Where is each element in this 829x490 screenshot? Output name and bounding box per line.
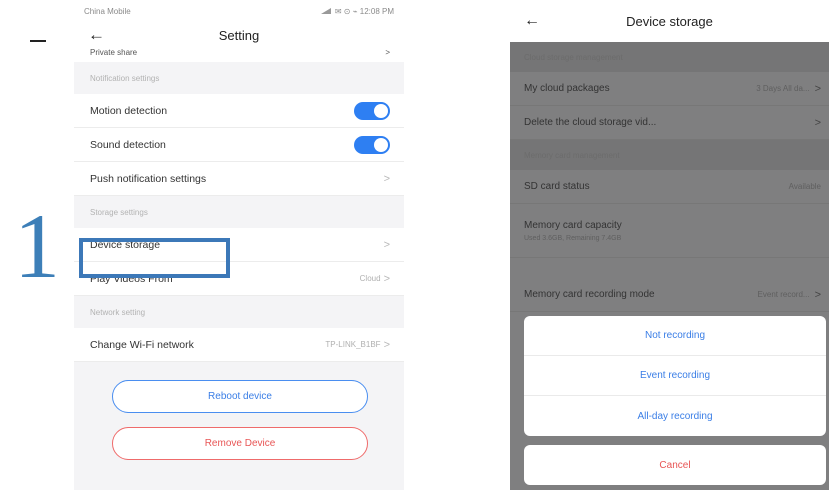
- recording-mode-value-text: Event record...: [757, 290, 810, 299]
- wifi-value-text: TP-LINK_B1BF: [325, 340, 381, 349]
- status-icons: ✉ ⊙ ⌁ 12:08 PM: [320, 6, 394, 16]
- motion-detection-row: Motion detection: [74, 94, 404, 128]
- push-notification-label: Push notification settings: [90, 172, 207, 185]
- carrier-label: China Mobile: [84, 6, 131, 16]
- status-icons-text: ✉ ⊙ ⌁ 12:08 PM: [334, 6, 394, 16]
- cloud-packages-value: 3 Days All da... >: [756, 83, 821, 95]
- section-network: Network setting: [74, 296, 404, 328]
- settings-nav-bar: ← Setting: [74, 22, 404, 48]
- memory-capacity-label: Memory card capacity: [524, 219, 622, 231]
- recording-mode-value: Event record... >: [758, 289, 821, 301]
- cloud-packages-value-text: 3 Days All da...: [756, 84, 810, 93]
- chevron-right-icon: >: [383, 172, 390, 185]
- chevron-right-icon: >: [814, 116, 821, 129]
- sound-detection-row: Sound detection: [74, 128, 404, 162]
- section-memory: Memory card management: [510, 140, 829, 170]
- sd-status-value: Available: [788, 182, 821, 191]
- chevron-right-icon: >: [383, 338, 390, 351]
- wifi-value: TP-LINK_B1BF >: [325, 339, 390, 351]
- back-arrow-icon[interactable]: ←: [88, 25, 105, 45]
- play-videos-value-text: Cloud: [359, 274, 381, 283]
- cancel-button[interactable]: Cancel: [524, 445, 826, 485]
- chevron-right-icon: >: [383, 272, 390, 285]
- memory-capacity-detail: Used 3.6GB, Remaining 7.4GB: [524, 234, 622, 242]
- motion-detection-label: Motion detection: [90, 104, 168, 117]
- recording-mode-label: Memory card recording mode: [524, 289, 655, 300]
- play-videos-value: Cloud >: [360, 273, 390, 285]
- reboot-device-button[interactable]: Reboot device: [112, 380, 368, 413]
- section-notification: Notification settings: [74, 62, 404, 94]
- sd-status-label: SD card status: [524, 181, 590, 192]
- device-storage-nav-bar: ← Device storage: [510, 0, 829, 42]
- section-storage: Storage settings: [74, 196, 404, 228]
- private-share-row[interactable]: Private share >: [74, 48, 404, 62]
- chevron-right-icon: >: [814, 82, 821, 95]
- device-storage-highlight: [79, 238, 230, 278]
- status-bar: China Mobile ✉ ⊙ ⌁ 12:08 PM: [74, 0, 404, 22]
- option-event-recording[interactable]: Event recording: [524, 356, 826, 396]
- motion-detection-toggle[interactable]: [354, 101, 390, 120]
- memory-capacity-row: Memory card capacity Used 3.6GB, Remaini…: [510, 204, 829, 258]
- push-notification-row[interactable]: Push notification settings >: [74, 162, 404, 196]
- step-number: 1: [14, 195, 60, 297]
- device-storage-screen: ← Device storage Cloud storage managemen…: [510, 0, 829, 490]
- page-title: Device storage: [626, 13, 713, 29]
- action-buttons: Reboot device Remove Device: [74, 362, 404, 490]
- delete-cloud-label: Delete the cloud storage vid...: [524, 117, 657, 128]
- sound-detection-label: Sound detection: [90, 138, 166, 151]
- remove-device-button[interactable]: Remove Device: [112, 427, 368, 460]
- dash-mark: [30, 40, 46, 42]
- wifi-row[interactable]: Change Wi-Fi network TP-LINK_B1BF >: [74, 328, 404, 362]
- signal-icon: [320, 8, 331, 14]
- chevron-right-icon: >: [383, 238, 390, 251]
- private-share-label: Private share: [90, 48, 138, 57]
- cloud-packages-label: My cloud packages: [524, 83, 610, 94]
- page-title: Setting: [218, 27, 260, 43]
- back-arrow-icon[interactable]: ←: [524, 12, 540, 30]
- option-all-day-recording[interactable]: All-day recording: [524, 396, 826, 436]
- section-cloud: Cloud storage management: [510, 42, 829, 72]
- chevron-right-icon: >: [385, 48, 390, 57]
- option-not-recording[interactable]: Not recording: [524, 316, 826, 356]
- sd-status-row: SD card status Available: [510, 170, 829, 204]
- spacer: [510, 258, 829, 278]
- cloud-packages-row[interactable]: My cloud packages 3 Days All da... >: [510, 72, 829, 106]
- wifi-label: Change Wi-Fi network: [90, 338, 194, 351]
- recording-mode-sheet: Not recording Event recording All-day re…: [524, 316, 826, 436]
- sound-detection-toggle[interactable]: [354, 135, 390, 154]
- recording-mode-row[interactable]: Memory card recording mode Event record.…: [510, 278, 829, 312]
- delete-cloud-row[interactable]: Delete the cloud storage vid... >: [510, 106, 829, 140]
- chevron-right-icon: >: [814, 288, 821, 301]
